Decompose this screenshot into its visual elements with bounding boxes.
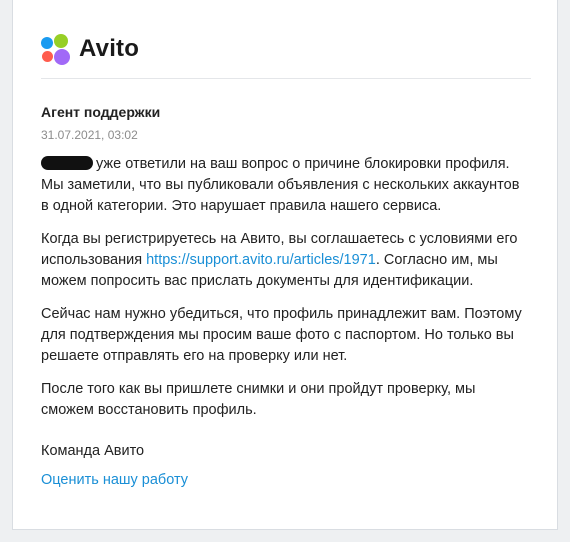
email-header: Avito (41, 32, 531, 66)
terms-link[interactable]: https://support.avito.ru/articles/1971 (146, 252, 376, 268)
sender-name: Агент поддержки (41, 104, 161, 120)
avito-logo-icon (41, 34, 73, 65)
paragraph-3: Сейчас нам нужно убедиться, что профиль … (41, 306, 522, 364)
message-date: 31.07.2021, 03:02 (41, 128, 138, 142)
redacted-name (41, 156, 93, 170)
paragraph-2: Когда вы регистрируетесь на Авито, вы со… (41, 229, 529, 292)
brand-name: Avito (79, 35, 140, 62)
logo-dot-purple (54, 49, 70, 65)
logo-dot-green (54, 34, 68, 48)
paragraph-1: уже ответили на ваш вопрос о причине бло… (41, 154, 529, 217)
signature: Команда Авито (41, 443, 145, 459)
rate-link[interactable]: Оценить нашу работу (41, 472, 188, 488)
paragraph-4: После того как вы пришлете снимки и они … (41, 381, 476, 418)
logo-dot-blue (41, 37, 53, 49)
logo-dot-red (42, 51, 53, 62)
paragraph-1-text: уже ответили на ваш вопрос о причине бло… (41, 156, 520, 214)
email-card: Avito Агент поддержки 31.07.2021, 03:02 … (12, 0, 558, 530)
message-body: уже ответили на ваш вопрос о причине бло… (41, 154, 529, 433)
header-divider (41, 78, 531, 79)
